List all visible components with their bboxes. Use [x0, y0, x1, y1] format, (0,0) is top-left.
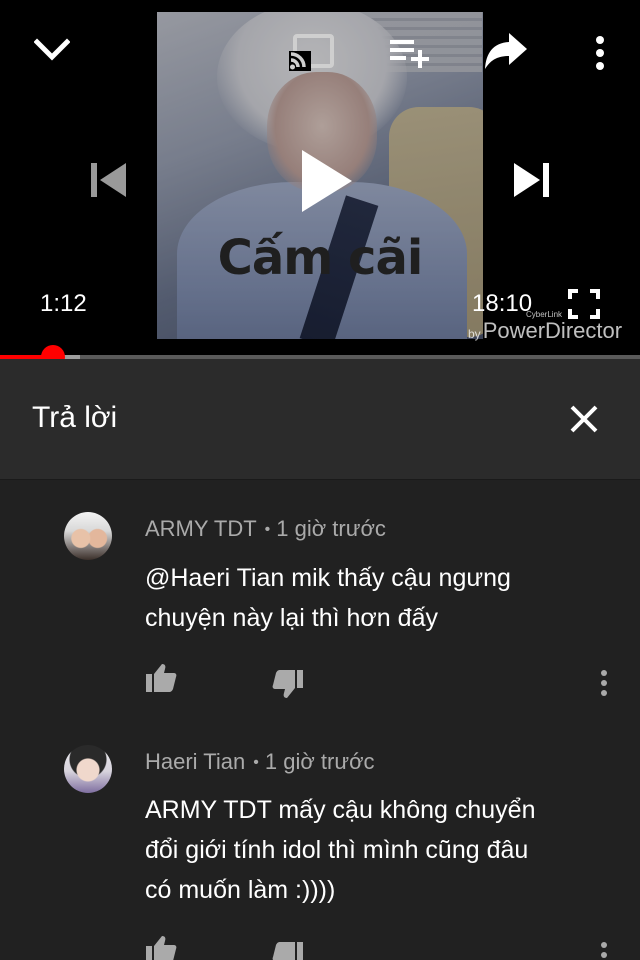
- more-vert-icon[interactable]: [588, 34, 612, 72]
- meta-separator: •: [253, 754, 259, 771]
- duration: 18:10: [472, 290, 533, 317]
- reply-panel-title: Trả lời: [32, 401, 118, 434]
- fullscreen-icon[interactable]: [566, 287, 602, 321]
- watermark: CyberLink byPowerDirector: [468, 310, 623, 344]
- comment-author[interactable]: ARMY TDT: [145, 516, 257, 541]
- comment-line: chuyện này lại thì hơn đấy: [145, 604, 438, 632]
- close-icon[interactable]: [564, 399, 604, 439]
- thumbs-down-icon[interactable]: [270, 668, 306, 700]
- comment-text: ARMY TDT mấy cậu không chuyển đổi giới t…: [145, 790, 605, 910]
- thumbs-up-icon[interactable]: [143, 934, 179, 960]
- comment-time: 1 giờ trước: [264, 749, 375, 774]
- comment-meta: ARMY TDT • 1 giờ trước: [145, 516, 386, 542]
- watermark-brand: PowerDirector: [482, 318, 623, 343]
- cast-icon[interactable]: [288, 32, 336, 72]
- video-caption: Cấm cãi: [217, 230, 424, 286]
- avatar[interactable]: [64, 745, 112, 793]
- comment-meta: Haeri Tian • 1 giờ trước: [145, 749, 375, 775]
- current-time: 1:12: [40, 290, 87, 317]
- thumbs-up-icon[interactable]: [143, 662, 179, 694]
- comment-line: ARMY TDT mấy cậu không chuyển: [145, 796, 536, 824]
- comment-line: @Haeri Tian mik thấy cậu ngưng: [145, 564, 511, 592]
- add-to-queue-icon[interactable]: [386, 34, 432, 70]
- watermark-by: by: [468, 327, 481, 341]
- comment-item: Haeri Tian • 1 giờ trước ARMY TDT mấy cậu …: [0, 712, 640, 960]
- comment-time: 1 giờ trước: [276, 516, 386, 541]
- more-vert-icon[interactable]: [596, 940, 612, 960]
- more-vert-icon[interactable]: [596, 668, 612, 698]
- avatar[interactable]: [64, 512, 112, 560]
- video-player[interactable]: Cấm cãi 1:12 18:10 CyberLink byPowerDire…: [0, 0, 640, 356]
- comment-author[interactable]: Haeri Tian: [145, 749, 245, 774]
- play-icon[interactable]: [296, 146, 356, 216]
- chevron-down-icon[interactable]: [30, 30, 74, 70]
- comment-line: có muốn làm :)))): [145, 876, 336, 904]
- skip-next-icon[interactable]: [510, 158, 554, 202]
- thumbs-down-icon[interactable]: [270, 940, 306, 960]
- share-icon[interactable]: [482, 30, 530, 72]
- meta-separator: •: [264, 521, 271, 538]
- comment-text: @Haeri Tian mik thấy cậu ngưng chuyện nà…: [145, 558, 605, 638]
- reply-panel-header: Trả lời: [0, 359, 640, 480]
- comment-line: đổi giới tính idol thì mình cũng đâu: [145, 836, 529, 864]
- comment-item: ARMY TDT • 1 giờ trước @Haeri Tian mik thấ…: [0, 480, 640, 710]
- skip-previous-icon[interactable]: [86, 158, 130, 202]
- watermark-small-text: CyberLink: [526, 310, 563, 319]
